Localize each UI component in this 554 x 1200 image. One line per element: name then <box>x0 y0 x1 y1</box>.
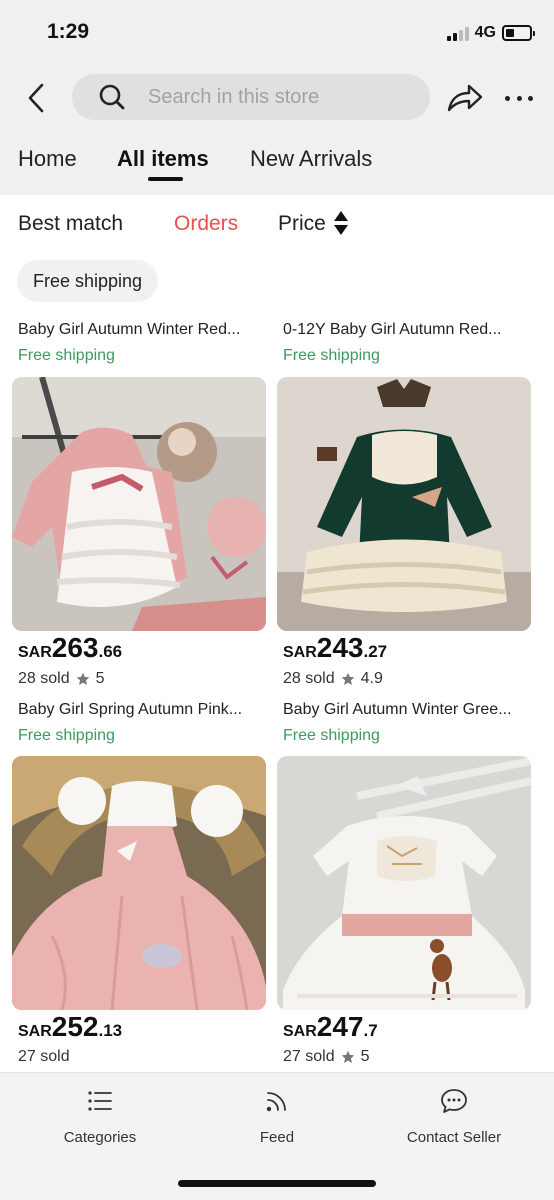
status-time: 1:29 <box>47 20 90 43</box>
nav-feed[interactable]: Feed <box>207 1087 347 1146</box>
product-title: Baby Girl Autumn Winter Gree... <box>283 701 512 718</box>
more-options-button[interactable] <box>505 86 533 110</box>
product-price: SAR247.7 <box>283 1011 378 1042</box>
product-image[interactable] <box>12 756 266 1010</box>
chevron-left-icon <box>28 83 44 113</box>
home-indicator[interactable] <box>178 1180 376 1187</box>
star-icon <box>76 672 89 685</box>
back-button[interactable] <box>20 80 52 116</box>
product-title: 0-12Y Baby Girl Autumn Red... <box>283 321 502 338</box>
network-label: 4G <box>474 24 496 41</box>
product-title: Baby Girl Autumn Winter Red... <box>18 321 241 338</box>
share-button[interactable] <box>446 82 484 114</box>
rating: 5 <box>360 1048 370 1065</box>
product-card-partial[interactable]: 0-12Y Baby Girl Autumn Red... Free shipp… <box>283 320 537 366</box>
product-info[interactable]: Baby Girl Autumn Winter Gree... Free shi… <box>283 700 537 746</box>
sort-arrows-icon <box>334 211 348 235</box>
product-meta: 27 sold 5 <box>283 1048 370 1066</box>
rating: 4.9 <box>360 670 383 687</box>
tab-all-items[interactable]: All items <box>117 146 209 172</box>
sold-count: 28 sold <box>18 670 70 687</box>
sort-best-match[interactable]: Best match <box>18 212 123 236</box>
sold-count: 27 sold <box>18 1048 70 1065</box>
shipping-label: Free shipping <box>18 727 115 744</box>
tab-new-arrivals[interactable]: New Arrivals <box>250 146 372 172</box>
sort-price[interactable]: Price <box>278 212 326 236</box>
active-tab-indicator <box>148 177 183 181</box>
shipping-label: Free shipping <box>283 727 380 744</box>
sort-orders[interactable]: Orders <box>174 212 238 236</box>
product-meta: 27 sold <box>18 1048 70 1066</box>
product-image[interactable] <box>277 377 531 631</box>
feed-icon <box>266 1092 286 1112</box>
product-image[interactable] <box>12 377 266 631</box>
search-input[interactable] <box>148 85 368 109</box>
product-image[interactable] <box>277 756 531 1010</box>
nav-categories[interactable]: Categories <box>30 1087 170 1146</box>
nav-label: Feed <box>259 1129 295 1146</box>
signal-icon <box>446 26 469 41</box>
nav-label: Categories <box>63 1129 137 1146</box>
product-meta: 28 sold 5 <box>18 670 105 688</box>
shipping-label: Free shipping <box>283 347 380 364</box>
product-meta: 28 sold 4.9 <box>283 670 383 688</box>
star-icon <box>341 1050 354 1063</box>
product-info[interactable]: Baby Girl Spring Autumn Pink... Free shi… <box>18 700 272 746</box>
rating: 5 <box>95 670 105 687</box>
nav-label: Contact Seller <box>406 1129 502 1146</box>
status-bar: 1:29 4G <box>0 0 554 62</box>
product-title: Baby Girl Spring Autumn Pink... <box>18 701 243 718</box>
chat-icon <box>441 1089 467 1113</box>
star-icon <box>341 672 354 685</box>
sold-count: 27 sold <box>283 1048 335 1065</box>
store-header <box>0 62 554 132</box>
store-tabs: Home All items New Arrivals <box>0 132 554 195</box>
product-price: SAR252.13 <box>18 1011 123 1042</box>
shipping-label: Free shipping <box>18 347 115 364</box>
nav-contact-seller[interactable]: Contact Seller <box>384 1087 524 1146</box>
share-icon <box>447 84 483 112</box>
tab-home[interactable]: Home <box>18 146 77 172</box>
search-icon <box>99 84 125 110</box>
battery-icon <box>502 25 535 41</box>
product-price: SAR263.66 <box>18 632 123 663</box>
product-card-partial[interactable]: Baby Girl Autumn Winter Red... Free ship… <box>18 320 272 366</box>
store-search-bar[interactable] <box>72 74 430 120</box>
free-shipping-filter-chip[interactable]: Free shipping <box>17 260 159 302</box>
list-icon <box>88 1091 112 1111</box>
sold-count: 28 sold <box>283 670 335 687</box>
product-price: SAR243.27 <box>283 632 388 663</box>
sort-bar: Best match Orders Price <box>0 195 554 255</box>
